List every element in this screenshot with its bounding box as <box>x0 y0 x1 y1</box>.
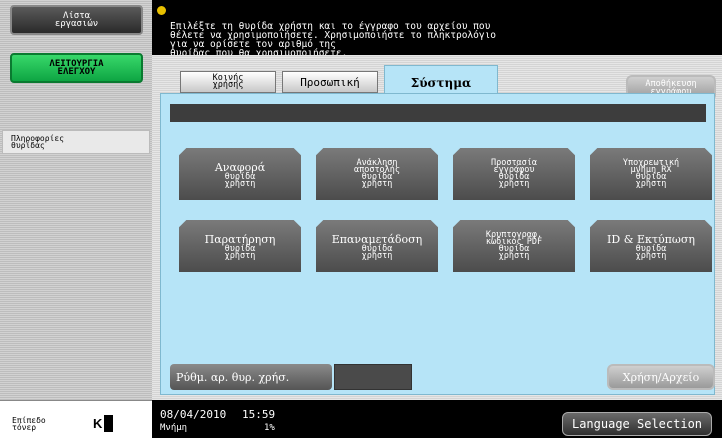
left-panel: Λίστα εργασιών ΛΕΙΤΟΥΡΓΙΑ ΕΛΕΓΧΟΥ Πληροφ… <box>0 0 152 438</box>
box-id-print-button[interactable]: ID & Εκτύπωση θυρίδα χρήστη <box>590 220 712 272</box>
main-area: Κοινής χρήσης Προσωπική Σύστημα Αποθήκευ… <box>152 55 722 400</box>
box-encrypted-pdf-button[interactable]: Κρυπτογραφ. κωδικός PDF θυρίδα χρήστη <box>453 220 575 272</box>
toner-level-bar <box>104 415 113 432</box>
status-bar: 08/04/2010 15:59 Μνήμη 1% Language Selec… <box>152 400 722 438</box>
use-file-button[interactable]: Χρήση/Αρχείο <box>607 364 715 390</box>
system-box-panel: Αναφορά θυρίδα χρήστη Ανάκληση αποστολής… <box>160 93 715 395</box>
tab-personal[interactable]: Προσωπική <box>282 71 378 93</box>
box-sub: θυρίδα χρήστη <box>224 243 256 261</box>
box-sub: Υποχρεωτική μνήμη RX θυρίδα χρήστη <box>622 158 680 189</box>
tab-shared[interactable]: Κοινής χρήσης <box>180 71 276 93</box>
status-date: 08/04/2010 <box>160 408 227 421</box>
instruction-text: Επιλέξτε τη θυρίδα χρήστη και το έγγραφο… <box>170 21 497 59</box>
box-number-setting-button[interactable]: Ρύθμ. αρ. θυρ. χρήσ. <box>170 364 332 390</box>
memory-value: 1% <box>264 423 275 433</box>
box-sub: θυρίδα χρήστη <box>361 243 393 261</box>
tab-strip: Κοινής χρήσης Προσωπική Σύστημα Αποθήκευ… <box>160 65 716 101</box>
toner-level-panel: Επίπεδο τόνερ K <box>0 400 152 438</box>
instruction-message: Επιλέξτε τη θυρίδα χρήστη και το έγγραφο… <box>152 0 722 58</box>
toner-level-label: Επίπεδο τόνερ <box>12 416 46 432</box>
box-polling-button[interactable]: Ανάκληση αποστολής θυρίδα χρήστη <box>316 148 438 200</box>
box-annotation-button[interactable]: Παρατήρηση θυρίδα χρήστη <box>179 220 301 272</box>
box-sub: Κρυπτογραφ. κωδικός PDF θυρίδα χρήστη <box>485 230 543 261</box>
box-sub: θυρίδα χρήστη <box>224 171 256 189</box>
box-memory-rx-button[interactable]: Υποχρεωτική μνήμη RX θυρίδα χρήστη <box>590 148 712 200</box>
box-sub: θυρίδα χρήστη <box>635 243 667 261</box>
job-list-button[interactable]: Λίστα εργασιών <box>10 5 143 35</box>
box-number-field[interactable] <box>334 364 412 390</box>
box-secure-print-button[interactable]: Προστασία εγγράφου θυρίδα χρήστη <box>453 148 575 200</box>
utility-button[interactable]: ΛΕΙΤΟΥΡΓΙΑ ΕΛΕΓΧΟΥ <box>10 53 143 83</box>
box-number-display <box>170 104 706 122</box>
memory-label: Μνήμη <box>160 423 188 433</box>
box-retransmit-button[interactable]: Επαναμετάδοση θυρίδα χρήστη <box>316 220 438 272</box>
box-sub: Ανάκληση αποστολής θυρίδα χρήστη <box>353 158 401 189</box>
toner-color-label: K <box>93 416 103 431</box>
box-sub: Προστασία εγγράφου θυρίδα χρήστη <box>490 158 538 189</box>
language-selection-button[interactable]: Language Selection <box>562 412 712 436</box>
info-icon <box>157 6 166 15</box>
status-time: 15:59 <box>242 408 276 421</box>
box-info-tab[interactable]: Πληροφορίες θυρίδας <box>2 130 150 154</box>
box-bulletin-button[interactable]: Αναφορά θυρίδα χρήστη <box>179 148 301 200</box>
